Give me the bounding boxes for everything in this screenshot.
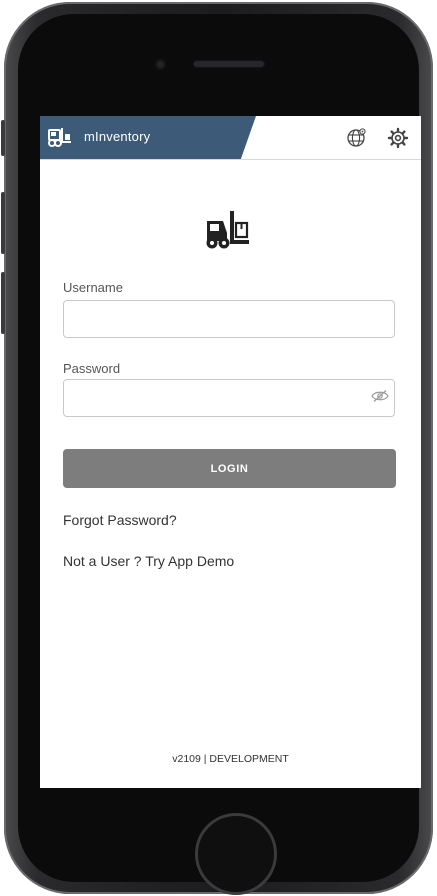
app-screen: mInventory Username Password LOGIN Forgo… [40, 116, 421, 788]
password-input[interactable] [63, 379, 395, 417]
forklift-logo-icon [206, 211, 249, 249]
username-label: Username [63, 280, 123, 295]
camera [155, 59, 166, 70]
app-demo-link[interactable]: Not a User ? Try App Demo [63, 553, 234, 569]
login-button[interactable]: LOGIN [63, 449, 396, 488]
forgot-password-link[interactable]: Forgot Password? [63, 512, 177, 528]
header-divider [40, 159, 421, 160]
password-label: Password [63, 361, 121, 376]
forklift-icon [48, 128, 71, 147]
app-title: mInventory [84, 129, 151, 144]
volume-down-button [1, 272, 5, 334]
version-footer: v2109 | DEVELOPMENT [172, 753, 289, 765]
home-button[interactable] [195, 813, 277, 895]
mute-switch [1, 120, 5, 156]
gear-icon[interactable] [386, 126, 410, 150]
volume-up-button [1, 192, 5, 254]
app-header: mInventory [40, 116, 421, 159]
header-brand: mInventory [40, 116, 256, 159]
speaker [193, 60, 265, 68]
globe-icon[interactable] [344, 126, 368, 150]
username-input[interactable] [63, 300, 395, 338]
eye-slash-icon[interactable] [371, 389, 389, 403]
